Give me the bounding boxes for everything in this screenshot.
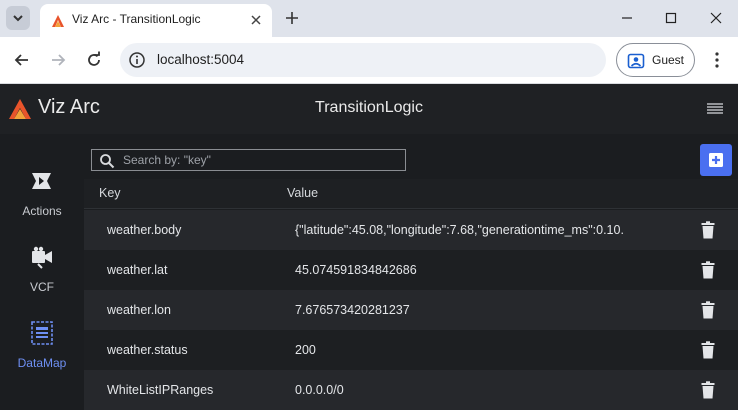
- tab-title: Viz Arc - TransitionLogic: [72, 12, 201, 26]
- sidebar-item-actions[interactable]: Actions: [0, 168, 84, 242]
- column-header-key: Key: [99, 186, 121, 200]
- actions-icon: [32, 173, 51, 189]
- trash-icon[interactable]: [701, 341, 715, 359]
- search-box: [91, 149, 406, 171]
- table-header: Key Value: [84, 179, 738, 209]
- plus-icon: [286, 12, 298, 24]
- chevron-down-icon: [13, 15, 23, 22]
- trash-icon[interactable]: [701, 221, 715, 239]
- table-row[interactable]: weather.lat 45.074591834842686: [84, 250, 738, 290]
- vcf-camera-icon: [32, 246, 52, 269]
- address-bar[interactable]: localhost:5004: [120, 43, 606, 77]
- brand-name: Viz Arc: [38, 96, 100, 118]
- app-header: Viz Arc TransitionLogic: [0, 84, 738, 134]
- close-icon[interactable]: [249, 13, 263, 27]
- add-box-icon: [709, 153, 723, 167]
- row-key: weather.body: [107, 223, 182, 237]
- sidebar-item-datamap[interactable]: DataMap: [0, 320, 84, 394]
- table-row[interactable]: WhiteListIPRanges 0.0.0.0/0: [84, 370, 738, 410]
- browser-tabstrip: Viz Arc - TransitionLogic: [0, 0, 738, 37]
- sidebar-item-label: DataMap: [17, 356, 67, 370]
- viz-arc-favicon-icon: [52, 15, 64, 27]
- row-key: WhiteListIPRanges: [107, 383, 214, 397]
- browser-toolbar: localhost:5004 Guest: [0, 37, 738, 84]
- datamap-icon: [31, 321, 53, 345]
- row-key: weather.lon: [107, 303, 171, 317]
- viz-arc-logo-icon: [9, 99, 31, 119]
- search-icon: [100, 154, 115, 169]
- row-value: 0.0.0.0/0: [295, 383, 344, 397]
- row-value: 45.074591834842686: [295, 263, 417, 277]
- page-title: TransitionLogic: [315, 99, 423, 116]
- guest-profile-icon: [627, 53, 645, 69]
- profile-label: Guest: [652, 53, 685, 67]
- table-row[interactable]: weather.body {"latitude":45.08,"longitud…: [84, 210, 738, 250]
- column-header-value: Value: [287, 186, 319, 200]
- table-row[interactable]: weather.status 200: [84, 330, 738, 370]
- hamburger-menu-icon[interactable]: [706, 101, 724, 117]
- url-text: localhost:5004: [157, 52, 245, 67]
- table-row[interactable]: weather.lon 7.676573420281237: [84, 290, 738, 330]
- row-key: weather.status: [107, 343, 188, 357]
- maximize-icon[interactable]: [662, 9, 680, 27]
- trash-icon[interactable]: [701, 301, 715, 319]
- browser-tab[interactable]: Viz Arc - TransitionLogic: [40, 4, 272, 37]
- new-tab-button[interactable]: [282, 8, 302, 28]
- sidebar-item-label: Actions: [22, 204, 62, 218]
- tab-search-button[interactable]: [6, 6, 30, 30]
- forward-arrow-icon[interactable]: [48, 50, 68, 70]
- reload-icon[interactable]: [84, 50, 104, 70]
- sidebar-item-label: VCF: [30, 280, 54, 294]
- row-value: {"latitude":45.08,"longitude":7.68,"gene…: [295, 223, 624, 237]
- add-entry-button[interactable]: [700, 144, 732, 176]
- profile-button[interactable]: Guest: [616, 43, 695, 77]
- sidebar-item-vcf[interactable]: VCF: [0, 244, 84, 318]
- row-value: 7.676573420281237: [295, 303, 410, 317]
- search-input[interactable]: [123, 150, 403, 170]
- row-value: 200: [295, 343, 316, 357]
- datamap-panel: Key Value weather.body {"latitude":45.08…: [84, 134, 738, 410]
- trash-icon[interactable]: [701, 261, 715, 279]
- sidebar: Actions VCF DataMap: [0, 134, 84, 409]
- site-info-icon[interactable]: [128, 51, 146, 69]
- trash-icon[interactable]: [701, 381, 715, 399]
- back-arrow-icon[interactable]: [12, 50, 32, 70]
- window-close-icon[interactable]: [707, 9, 725, 27]
- minimize-icon[interactable]: [618, 9, 636, 27]
- row-key: weather.lat: [107, 263, 168, 277]
- more-menu-icon[interactable]: [708, 50, 726, 70]
